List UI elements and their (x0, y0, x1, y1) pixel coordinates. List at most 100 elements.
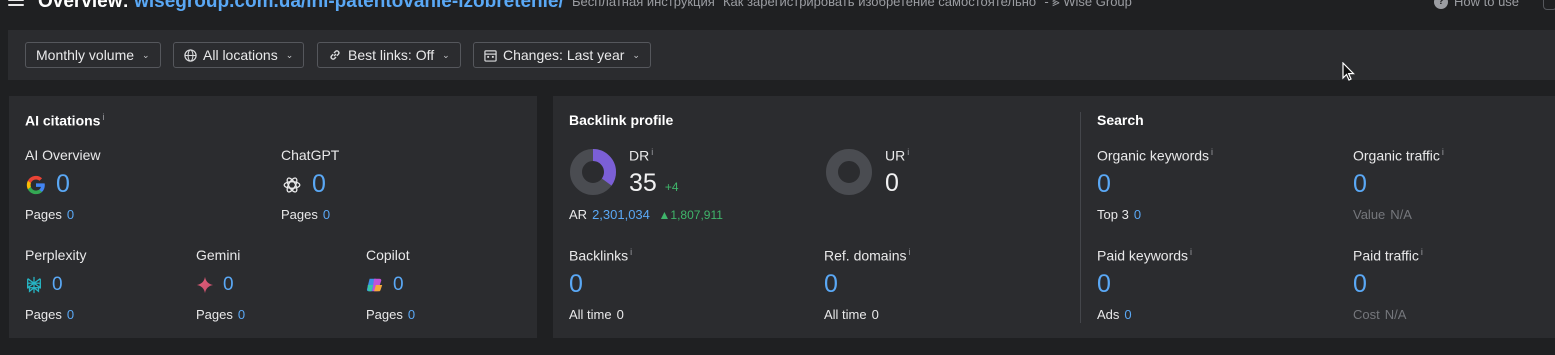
chevron-down-icon: ⌄ (285, 49, 294, 60)
ai-citations-title-text: AI citations (25, 112, 101, 129)
gemini-label: Gemini (196, 247, 241, 263)
menu-icon[interactable] (8, 0, 24, 8)
chevron-down-icon: ⌄ (632, 49, 640, 60)
copilot-metric: 0 (366, 275, 404, 294)
perplexity-label: Perplexity (25, 247, 87, 263)
pages-label: Pages (25, 307, 62, 322)
locations-dropdown[interactable]: All locations ⌄ (173, 42, 305, 68)
backlink-profile-title: Backlink profile (569, 112, 674, 128)
info-icon[interactable]: i (1190, 247, 1192, 257)
title-url-link[interactable]: wisegroup.com.ua/ini-patentovanie-izobre… (134, 0, 564, 12)
gemini-metric: 0 (196, 275, 234, 294)
gemini-pages: Pages 0 (196, 307, 245, 322)
ref-domains-value[interactable]: 0 (824, 272, 838, 297)
paid-keywords-ads: Ads 0 (1097, 307, 1132, 322)
chatgpt-value[interactable]: 0 (312, 172, 326, 197)
all-time-value: 0 (871, 307, 879, 322)
copilot-value[interactable]: 0 (393, 275, 404, 294)
info-icon[interactable]: i (1442, 147, 1444, 157)
paid-keywords-value[interactable]: 0 (1097, 272, 1111, 297)
ur-label-text: UR (885, 147, 906, 164)
locations-label: All locations (203, 47, 278, 63)
backlinks-all-time: All time 0 (569, 307, 624, 322)
all-time-label: All time (569, 307, 612, 322)
ai-overview-value[interactable]: 0 (56, 172, 70, 197)
globe-icon (184, 48, 197, 62)
ar-label: AR (569, 207, 588, 222)
perplexity-value[interactable]: 0 (52, 275, 63, 294)
ai-overview-metric: 0 (25, 172, 70, 197)
monthly-volume-dropdown[interactable]: Monthly volume ⌄ (25, 42, 161, 68)
question-icon: ? (1434, 0, 1448, 9)
info-icon[interactable]: i (102, 112, 104, 122)
organic-traffic-label-text: Organic traffic (1353, 147, 1440, 164)
ar-value[interactable]: 2,301,034 (592, 207, 650, 222)
value-label: Value (1353, 207, 1386, 222)
info-icon[interactable]: i (630, 247, 632, 257)
perplexity-metric: 0 (25, 275, 63, 294)
ur-label: UR i (885, 147, 909, 164)
ur-value[interactable]: 0 (885, 171, 899, 196)
toolbar-button-edge[interactable] (1543, 0, 1555, 10)
backlinks-value[interactable]: 0 (569, 272, 583, 297)
chevron-down-icon: ⌄ (442, 49, 450, 60)
copilot-icon (366, 278, 383, 291)
chatgpt-pages: Pages 0 (281, 207, 330, 222)
paid-traffic-value[interactable]: 0 (1353, 272, 1367, 297)
mouse-cursor-icon (1342, 62, 1355, 81)
chatgpt-icon (283, 176, 301, 193)
pages-value[interactable]: 0 (323, 207, 330, 222)
pages-value[interactable]: 0 (67, 307, 74, 322)
ads-label: Ads (1097, 307, 1120, 322)
organic-traffic-value[interactable]: 0 (1353, 172, 1367, 197)
dr-value[interactable]: 35 (629, 171, 657, 196)
changes-label: Changes: Last year (503, 47, 625, 63)
section-divider (1080, 112, 1081, 323)
pages-label: Pages (366, 307, 403, 322)
ai-overview-pages: Pages 0 (25, 207, 74, 222)
changes-dropdown[interactable]: Changes: Last year ⌄ (473, 42, 651, 68)
info-icon[interactable]: i (651, 147, 653, 157)
chatgpt-label: ChatGPT (281, 147, 340, 163)
paid-keywords-label-text: Paid keywords (1097, 247, 1189, 264)
ai-overview-label: AI Overview (25, 147, 101, 163)
pages-label: Pages (281, 207, 318, 222)
best-links-dropdown[interactable]: Best links: Off ⌄ (317, 42, 461, 68)
top3-label: Top 3 (1097, 207, 1129, 222)
ai-citations-title: AI citations i (25, 112, 104, 129)
organic-keywords-value[interactable]: 0 (1097, 172, 1111, 197)
dr-label-text: DR (629, 147, 650, 164)
value-na: N/A (1390, 207, 1412, 222)
pages-value[interactable]: 0 (408, 307, 415, 322)
dr-label: DR i (629, 147, 653, 164)
info-icon[interactable]: i (907, 147, 909, 157)
how-to-use-link[interactable]: ? How to use (1434, 0, 1519, 9)
chevron-down-icon: ⌄ (142, 49, 150, 60)
pages-label: Pages (196, 307, 233, 322)
backlink-search-panel: Backlink profile DR i 35 +4 AR 2,301,034 ▲… (553, 96, 1555, 338)
info-icon[interactable]: i (1211, 147, 1213, 157)
info-icon[interactable]: i (908, 247, 910, 257)
cost-label: Cost (1353, 307, 1380, 322)
search-title: Search (1097, 112, 1144, 128)
all-time-value: 0 (616, 307, 624, 322)
link-icon (330, 50, 340, 60)
page-subtitle: Бесплатная инструкция "Как зарегистриров… (572, 0, 1132, 9)
ar-row: AR 2,301,034 ▲1,807,911 (569, 207, 723, 222)
organic-keywords-label-text: Organic keywords (1097, 147, 1210, 164)
dr-metric: 35 +4 (629, 171, 679, 196)
organic-keywords-top3: Top 3 0 (1097, 207, 1141, 222)
gemini-value[interactable]: 0 (223, 275, 234, 294)
backlinks-label-text: Backlinks (569, 247, 629, 264)
organic-traffic-label: Organic traffic i (1353, 147, 1444, 164)
info-icon[interactable]: i (1421, 247, 1423, 257)
monthly-volume-label: Monthly volume (36, 47, 135, 63)
filter-bar: Monthly volume ⌄ All locations ⌄ Best li… (8, 30, 1555, 80)
ads-value[interactable]: 0 (1124, 307, 1131, 322)
copilot-label: Copilot (366, 247, 410, 263)
top3-value[interactable]: 0 (1134, 207, 1141, 222)
pages-value[interactable]: 0 (67, 207, 74, 222)
copilot-pages: Pages 0 (366, 307, 415, 322)
pages-value[interactable]: 0 (238, 307, 245, 322)
pages-label: Pages (25, 207, 62, 222)
